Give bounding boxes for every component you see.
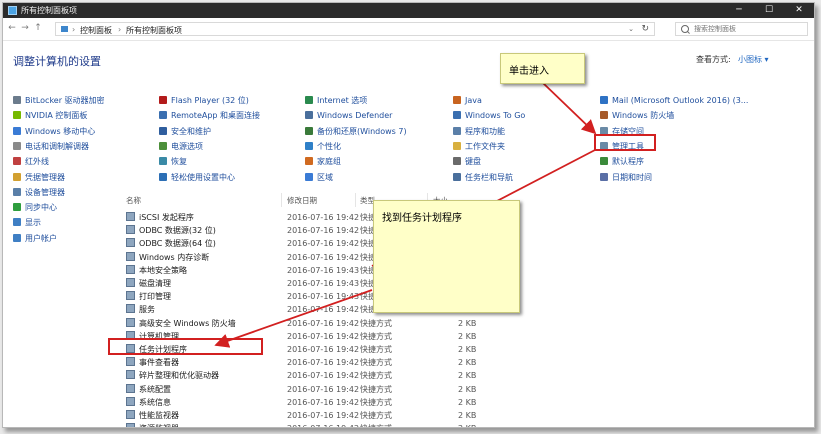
arrow-to-task-scheduler: [214, 289, 373, 348]
highlight-task-scheduler: [108, 338, 263, 355]
note-click-enter: 单击进入: [500, 53, 585, 84]
highlight-admin-tools: [594, 134, 656, 151]
note-find-task-scheduler-text: 找到任务计划程序: [382, 213, 462, 224]
note-find-task-scheduler: 找到任务计划程序: [373, 200, 520, 313]
note-click-enter-text: 单击进入: [509, 66, 549, 77]
arrow-to-admin-tools: [542, 82, 597, 135]
